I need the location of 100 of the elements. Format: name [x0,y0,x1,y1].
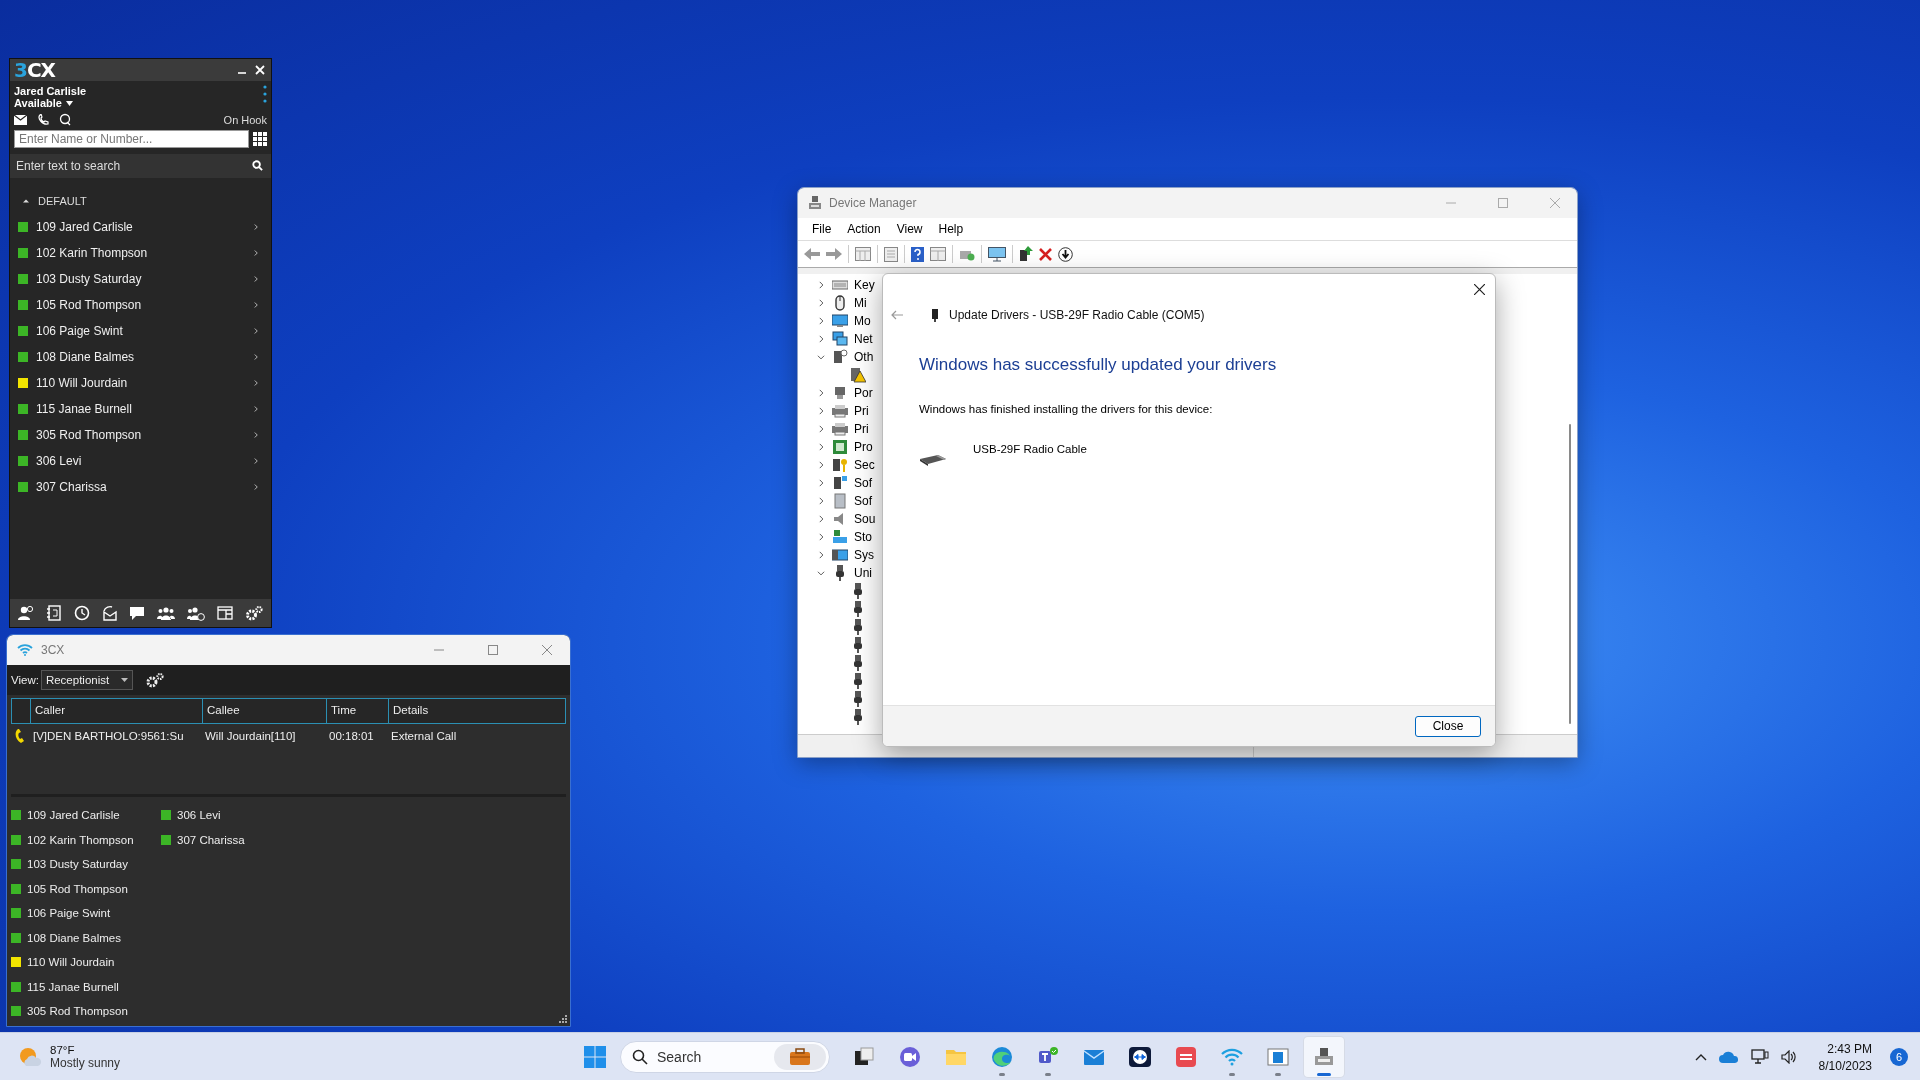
clock-time[interactable]: 2:43 PM [1827,1041,1872,1056]
menu-item[interactable]: View [888,222,931,236]
contact-item[interactable]: 106 Paige Swint [10,318,271,344]
voicemail-icon[interactable] [101,605,118,621]
grid-icon[interactable] [930,247,946,261]
expand-chevron-icon[interactable] [816,388,826,398]
expand-chevron-icon[interactable] [816,478,826,488]
back-arrow-icon[interactable] [891,310,903,320]
extension-item[interactable]: 102 Karin Thompson [11,827,161,852]
contact-item[interactable]: 102 Karin Thompson [10,240,271,266]
back-arrow-icon[interactable] [804,247,820,261]
expand-chevron-icon[interactable] [816,280,826,290]
extension-item[interactable]: 109 Jared Carlisle [11,803,161,828]
dial-field[interactable]: Enter Name or Number... [14,130,249,148]
contact-item[interactable]: 103 Dusty Saturday [10,266,271,292]
warning-icon[interactable] [850,367,866,383]
tree-item[interactable]: Sys [854,548,874,562]
taskbar-app-button[interactable] [1304,1037,1344,1077]
menu-item[interactable]: File [804,222,840,236]
expand-chevron-icon[interactable] [816,316,826,326]
menu-item[interactable]: Action [839,222,889,236]
grid-icon[interactable] [855,247,871,261]
download-icon[interactable] [1058,246,1073,262]
extension-item[interactable]: 110 Will Jourdain [11,950,161,975]
column-header[interactable]: Time [326,699,388,723]
settings-icon[interactable] [244,605,263,621]
person-icon[interactable] [17,605,34,621]
settings-icon[interactable] [145,672,166,688]
document-icon[interactable] [884,246,898,262]
tree-item[interactable]: Mo [854,314,871,328]
keypad-icon[interactable] [253,132,267,146]
tree-item[interactable]: Sto [854,530,872,544]
expand-chevron-icon[interactable] [816,460,826,470]
expand-chevron-icon[interactable] [816,298,826,308]
forward-arrow-icon[interactable] [826,247,842,261]
close-icon[interactable] [1474,284,1485,295]
expand-chevron-icon[interactable] [816,550,826,560]
menu-item[interactable]: Help [930,222,972,236]
column-header[interactable]: Details [388,699,565,723]
status-dropdown[interactable]: Available [14,97,73,109]
contact-item[interactable]: 109 Jared Carlisle [10,214,271,240]
expand-chevron-icon[interactable] [816,334,826,344]
monitor-icon[interactable] [988,246,1006,262]
group-icon[interactable] [157,605,176,621]
contact-item[interactable]: 110 Will Jourdain [10,370,271,396]
contact-item[interactable]: 115 Janae Burnell [10,396,271,422]
tree-item[interactable]: Uni [854,566,872,580]
tree-item[interactable]: Sec [854,458,875,472]
expand-chevron-icon[interactable] [816,532,826,542]
tree-item[interactable]: Pri [854,422,869,436]
tree-item[interactable]: Pri [854,404,869,418]
contact-item[interactable]: 307 Charissa [10,474,271,500]
close-button[interactable]: Close [1415,715,1481,737]
extension-item[interactable]: 105 Rod Thompson [11,876,161,901]
tree-item[interactable]: Sof [854,494,872,508]
device-arrow-icon[interactable] [1019,246,1033,262]
layout-icon[interactable] [217,605,234,621]
contact-item[interactable]: 108 Diane Balmes [10,344,271,370]
notification-badge[interactable]: 6 [1890,1048,1908,1066]
history-icon[interactable] [73,605,90,621]
start-icon[interactable] [584,1046,606,1068]
chevron-up-icon[interactable] [1694,1053,1707,1061]
column-header[interactable]: Callee [202,699,326,723]
expand-chevron-icon[interactable] [816,496,826,506]
extension-item[interactable]: 103 Dusty Saturday [11,852,161,877]
expand-chevron-icon[interactable] [816,514,826,524]
mail-icon[interactable] [14,114,27,125]
tree-item[interactable]: Mi [854,296,867,310]
tree-item[interactable]: Por [854,386,873,400]
more-icon[interactable] [263,85,267,103]
maximize-icon[interactable] [488,645,498,655]
contact-search-field[interactable]: Enter text to search [10,154,271,178]
cloud-icon[interactable] [1718,1051,1739,1063]
extension-item[interactable]: 305 Rod Thompson [11,999,161,1024]
search-icon[interactable] [252,160,263,171]
network-icon[interactable] [1750,1049,1769,1065]
extension-item[interactable]: 306 Levi [161,803,311,828]
expand-chevron-icon[interactable] [816,442,826,452]
tree-item[interactable]: Pro [854,440,873,454]
search-icon[interactable] [59,113,71,126]
phone-icon[interactable] [37,113,49,126]
extension-item[interactable]: 307 Charissa [161,827,311,852]
tree-item[interactable]: Net [854,332,873,346]
group-clock-icon[interactable] [187,605,206,621]
contact-item[interactable]: 105 Rod Thompson [10,292,271,318]
scrollbar[interactable] [1569,424,1571,724]
contact-item[interactable]: 305 Rod Thompson [10,422,271,448]
tree-item[interactable]: Oth [854,350,874,364]
contact-item[interactable]: 306 Levi [10,448,271,474]
collapse-icon[interactable] [22,197,30,205]
clock-date[interactable]: 8/10/2023 [1818,1058,1872,1073]
expand-chevron-icon[interactable] [816,568,826,578]
tree-item[interactable]: Sou [854,512,876,526]
extension-item[interactable]: 106 Paige Swint [11,901,161,926]
chat-icon[interactable] [129,605,146,621]
extension-item[interactable]: 108 Diane Balmes [11,925,161,950]
view-dropdown[interactable]: Receptionist [40,670,134,690]
speaker-icon[interactable] [1780,1050,1797,1064]
extension-item[interactable]: 115 Janae Burnell [11,974,161,999]
tree-item[interactable]: Key [854,278,875,292]
